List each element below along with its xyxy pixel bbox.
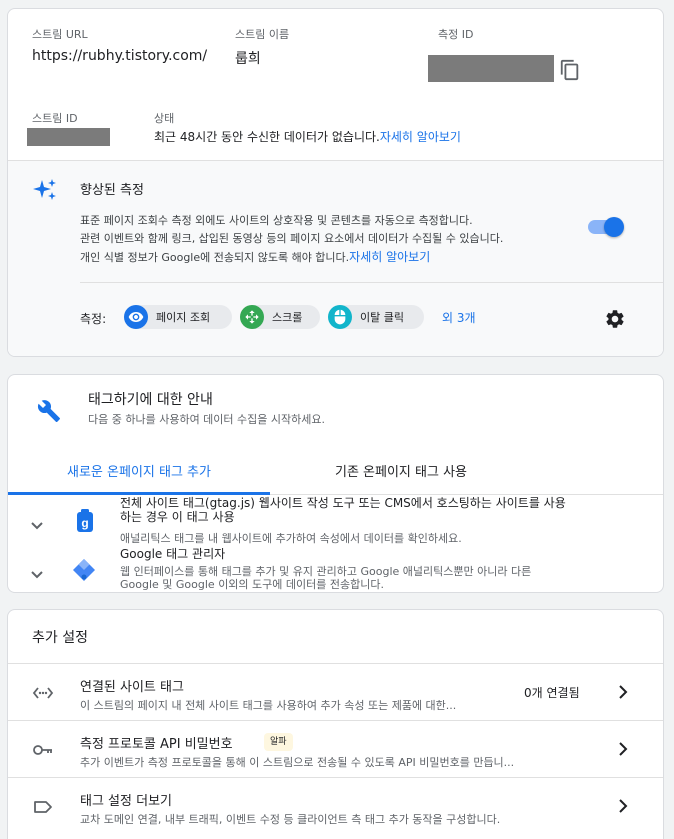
- chip-scroll[interactable]: 스크롤: [240, 305, 320, 329]
- connected-site-tags-title: 연결된 사이트 태그: [80, 680, 184, 695]
- enhanced-desc-line-1: 표준 페이지 조회수 측정 외에도 사이트의 상호작용 및 콘텐츠를 자동으로 …: [80, 214, 473, 227]
- stream-name-label: 스트림 이름: [235, 28, 290, 41]
- chip-page-view-label: 페이지 조회: [156, 311, 211, 324]
- enhanced-desc-line-2: 관련 이벤트와 함께 링크, 삽입된 동영상 등의 페이지 요소에서 데이터가 …: [80, 232, 504, 245]
- tag-option-gtag[interactable]: g 전체 사이트 태그(gtag.js) 웹사이트 작성 도구 또는 CMS에서…: [8, 496, 663, 546]
- gtm-desc: 웹 인터페이스를 통해 태그를 추가 및 유지 관리하고 Google 애널리틱…: [120, 565, 531, 591]
- chevron-right-icon: [617, 741, 629, 757]
- tagging-title: 태그하기에 대한 안내: [88, 392, 213, 408]
- settings-row-measurement-protocol[interactable]: 측정 프로토콜 API 비밀번호 알파 추가 이벤트가 측정 프로토콜을 통해 …: [8, 720, 663, 777]
- more-tag-settings-desc: 교차 도메인 연결, 내부 트래픽, 이벤트 수정 등 클라이언트 측 태그 추…: [80, 813, 501, 826]
- chip-outbound-click[interactable]: 이탈 클릭: [328, 305, 424, 329]
- additional-settings-title: 추가 설정: [32, 630, 88, 646]
- additional-settings-card: 추가 설정 연결된 사이트 태그 이 스트림의 페이지 내 전체 사이트 태그를…: [7, 609, 664, 839]
- code-icon: [32, 684, 54, 702]
- enhanced-measurement-toggle[interactable]: [588, 216, 624, 237]
- scroll-icon: [240, 305, 264, 329]
- chip-scroll-label: 스크롤: [272, 311, 303, 324]
- tagging-subtitle: 다음 중 하나를 사용하여 데이터 수집을 시작하세요.: [88, 413, 325, 426]
- stream-url-label: 스트림 URL: [32, 28, 88, 41]
- gtm-icon: [72, 558, 96, 582]
- gear-icon[interactable]: [604, 308, 626, 330]
- enhanced-measurement-description: 표준 페이지 조회수 측정 외에도 사이트의 상호작용 및 콘텐츠를 자동으로 …: [80, 212, 590, 267]
- key-icon: [32, 741, 54, 759]
- tagging-tabs: 새로운 온페이지 태그 추가 기존 온페이지 태그 사용: [8, 450, 663, 495]
- enhanced-learn-more-link[interactable]: 자세히 알아보기: [349, 250, 430, 264]
- tab-existing-on-page-tag-label: 기존 온페이지 태그 사용: [335, 464, 467, 480]
- measurement-label: 측정:: [80, 312, 107, 326]
- chevron-down-icon: [30, 565, 44, 579]
- stream-details-card: 스트림 URL https://rubhy.tistory.com/ 스트림 이…: [7, 8, 664, 357]
- tag-option-gtm[interactable]: Google 태그 관리자 웹 인터페이스를 통해 태그를 추가 및 유지 관리…: [8, 543, 663, 592]
- status-message: 최근 48시간 동안 수신한 데이터가 없습니다.: [154, 130, 380, 144]
- tagging-instructions-card: 태그하기에 대한 안내 다음 중 하나를 사용하여 데이터 수집을 시작하세요.…: [7, 374, 664, 593]
- status-text: 최근 48시간 동안 수신한 데이터가 없습니다.자세히 알아보기: [154, 128, 461, 145]
- enhanced-measurement-section: 향상된 측정 표준 페이지 조회수 측정 외에도 사이트의 상호작용 및 콘텐츠…: [8, 160, 663, 356]
- enhanced-measurement-title: 향상된 측정: [80, 183, 144, 198]
- chip-page-view[interactable]: 페이지 조회: [124, 305, 232, 329]
- gtm-desc-line-2: Google 및 Google 이외의 도구에 데이터를 전송합니다.: [120, 578, 384, 591]
- stream-name-value: 룹희: [235, 51, 261, 67]
- tab-existing-on-page-tag[interactable]: 기존 온페이지 태그 사용: [270, 450, 532, 490]
- toggle-thumb: [604, 217, 624, 237]
- connected-site-tags-status: 0개 연결됨: [524, 686, 580, 700]
- stream-id-redacted: [27, 128, 110, 146]
- copy-icon[interactable]: [559, 59, 581, 81]
- more-tag-settings-title: 태그 설정 더보기: [80, 794, 172, 809]
- stream-id-label: 스트림 ID: [32, 112, 78, 125]
- status-label: 상태: [154, 112, 175, 125]
- enhanced-divider: [80, 282, 663, 283]
- wrench-icon: [37, 399, 61, 423]
- alpha-badge: 알파: [264, 733, 293, 751]
- measurement-chips: 페이지 조회 스크롤 이탈 클릭: [124, 305, 484, 329]
- connected-site-tags-desc: 이 스트림의 페이지 내 전체 사이트 태그를 사용하여 추가 속성 또는 제품…: [80, 699, 457, 712]
- chevron-right-icon: [617, 684, 629, 700]
- tab-new-on-page-tag-label: 새로운 온페이지 태그 추가: [67, 464, 211, 480]
- chevron-right-icon: [617, 798, 629, 814]
- settings-row-connected-site-tags[interactable]: 연결된 사이트 태그 이 스트림의 페이지 내 전체 사이트 태그를 사용하여 …: [8, 663, 663, 720]
- sparkle-icon: [32, 177, 58, 203]
- measurement-id-redacted: [428, 55, 554, 82]
- svg-text:g: g: [81, 516, 88, 530]
- tab-new-on-page-tag[interactable]: 새로운 온페이지 태그 추가: [8, 450, 270, 490]
- gtm-desc-line-1: 웹 인터페이스를 통해 태그를 추가 및 유지 관리하고 Google 애널리틱…: [120, 565, 532, 578]
- chip-outbound-click-label: 이탈 클릭: [360, 311, 404, 324]
- gtag-title-line-2: 하는 경우 이 태그 사용: [120, 510, 235, 524]
- label-icon: [32, 798, 54, 816]
- enhanced-desc-text: 개인 식별 정보가 Google에 전송되지 않도록 해야 합니다.: [80, 251, 350, 264]
- chevron-down-icon: [30, 516, 44, 530]
- gtag-icon: g: [76, 509, 94, 533]
- gtag-title-line-1: 전체 사이트 태그(gtag.js) 웹사이트 작성 도구 또는 CMS에서 호…: [120, 496, 566, 510]
- eye-icon: [124, 305, 148, 329]
- gtag-title: 전체 사이트 태그(gtag.js) 웹사이트 작성 도구 또는 CMS에서 호…: [120, 496, 640, 524]
- settings-row-more-tag-settings[interactable]: 태그 설정 더보기 교차 도메인 연결, 내부 트래픽, 이벤트 수정 등 클라…: [8, 777, 663, 834]
- measurement-protocol-desc: 추가 이벤트가 측정 프로토콜을 통해 이 스트림으로 전송될 수 있도록 AP…: [80, 756, 515, 769]
- enhanced-desc-line-3: 개인 식별 정보가 Google에 전송되지 않도록 해야 합니다.자세히 알아…: [80, 248, 590, 267]
- gtm-title: Google 태그 관리자: [120, 547, 226, 561]
- more-measurements-link[interactable]: 외 3개: [442, 309, 476, 326]
- stream-url-value: https://rubhy.tistory.com/: [32, 48, 208, 64]
- mouse-icon: [328, 305, 352, 329]
- status-learn-more-link[interactable]: 자세히 알아보기: [380, 130, 461, 144]
- active-tab-indicator: [8, 492, 270, 495]
- measurement-id-label: 측정 ID: [438, 28, 474, 41]
- measurement-protocol-title: 측정 프로토콜 API 비밀번호: [80, 737, 233, 752]
